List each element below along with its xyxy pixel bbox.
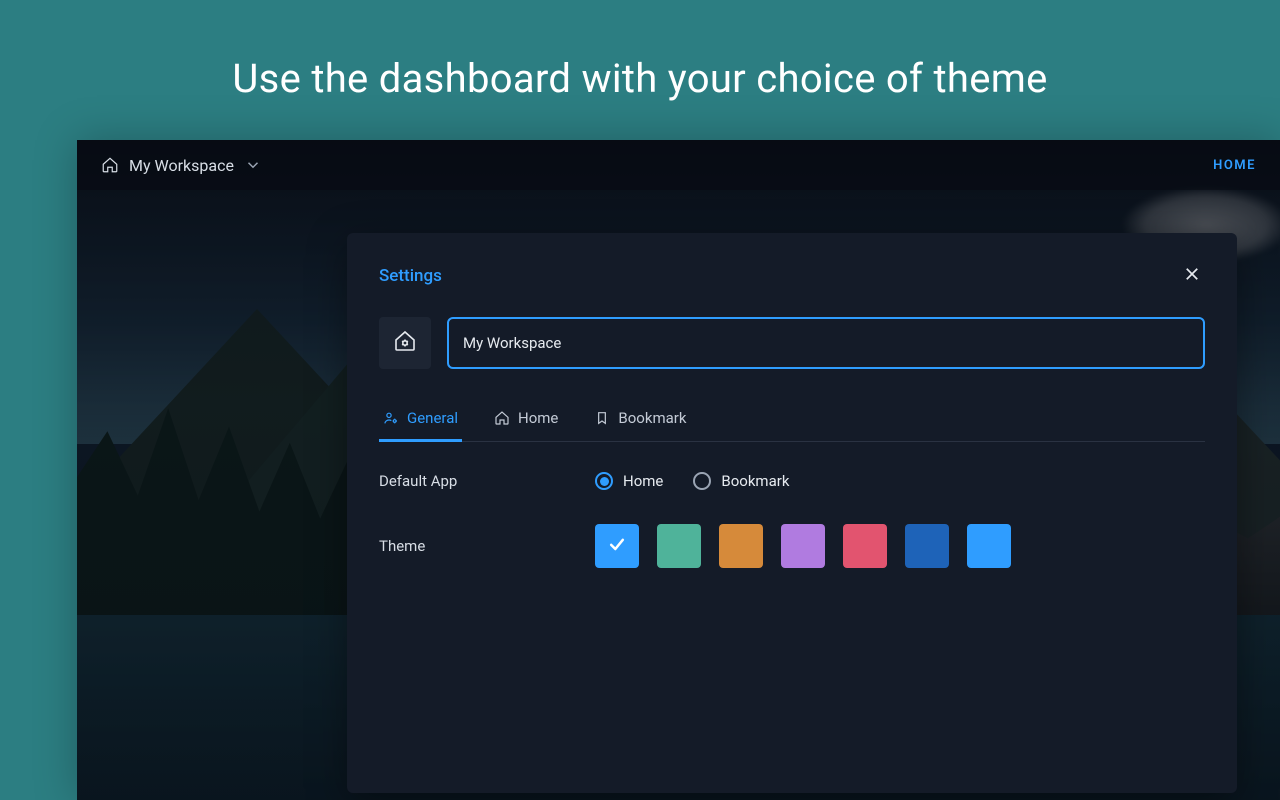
tab-bookmark[interactable]: Bookmark	[590, 399, 690, 442]
workspace-name-label: My Workspace	[129, 156, 234, 175]
app-window: My Workspace HOME Settings	[77, 140, 1280, 800]
theme-swatch-blue[interactable]	[595, 524, 639, 568]
tab-label: General	[407, 409, 458, 427]
close-button[interactable]	[1179, 263, 1205, 289]
tab-label: Home	[518, 409, 558, 427]
home-icon	[494, 410, 510, 426]
chevron-down-icon	[244, 156, 262, 174]
theme-swatch-sky[interactable]	[967, 524, 1011, 568]
theme-swatch-teal[interactable]	[657, 524, 701, 568]
settings-modal: Settings General	[347, 233, 1237, 793]
house-icon	[101, 156, 119, 174]
radio-default-app-bookmark[interactable]: Bookmark	[693, 472, 789, 490]
theme-swatch-indigo[interactable]	[905, 524, 949, 568]
theme-swatch-group	[595, 524, 1011, 568]
default-app-radio-group: Home Bookmark	[595, 472, 789, 490]
tab-label: Bookmark	[618, 409, 686, 427]
house-gear-icon	[393, 329, 417, 357]
close-icon	[1183, 265, 1201, 287]
user-gear-icon	[383, 410, 399, 426]
default-app-label: Default App	[379, 472, 595, 490]
promo-headline: Use the dashboard with your choice of th…	[0, 0, 1280, 102]
workspace-name-input[interactable]	[447, 317, 1205, 369]
theme-label: Theme	[379, 537, 595, 555]
check-icon	[607, 534, 627, 558]
theme-swatch-orange[interactable]	[719, 524, 763, 568]
radio-default-app-home[interactable]: Home	[595, 472, 663, 490]
theme-swatch-purple[interactable]	[781, 524, 825, 568]
topbar: My Workspace HOME	[77, 140, 1280, 190]
radio-dot-icon	[595, 472, 613, 490]
tab-general[interactable]: General	[379, 399, 462, 442]
modal-title: Settings	[379, 266, 442, 286]
workspace-switcher[interactable]: My Workspace	[101, 156, 262, 175]
workspace-icon-picker[interactable]	[379, 317, 431, 369]
radio-label: Home	[623, 472, 663, 490]
nav-home-link[interactable]: HOME	[1213, 158, 1256, 173]
settings-tabs: General Home Bookmark	[379, 399, 1205, 442]
radio-dot-icon	[693, 472, 711, 490]
tab-home[interactable]: Home	[490, 399, 562, 442]
bookmark-icon	[594, 410, 610, 426]
theme-swatch-pink[interactable]	[843, 524, 887, 568]
radio-label: Bookmark	[721, 472, 789, 490]
